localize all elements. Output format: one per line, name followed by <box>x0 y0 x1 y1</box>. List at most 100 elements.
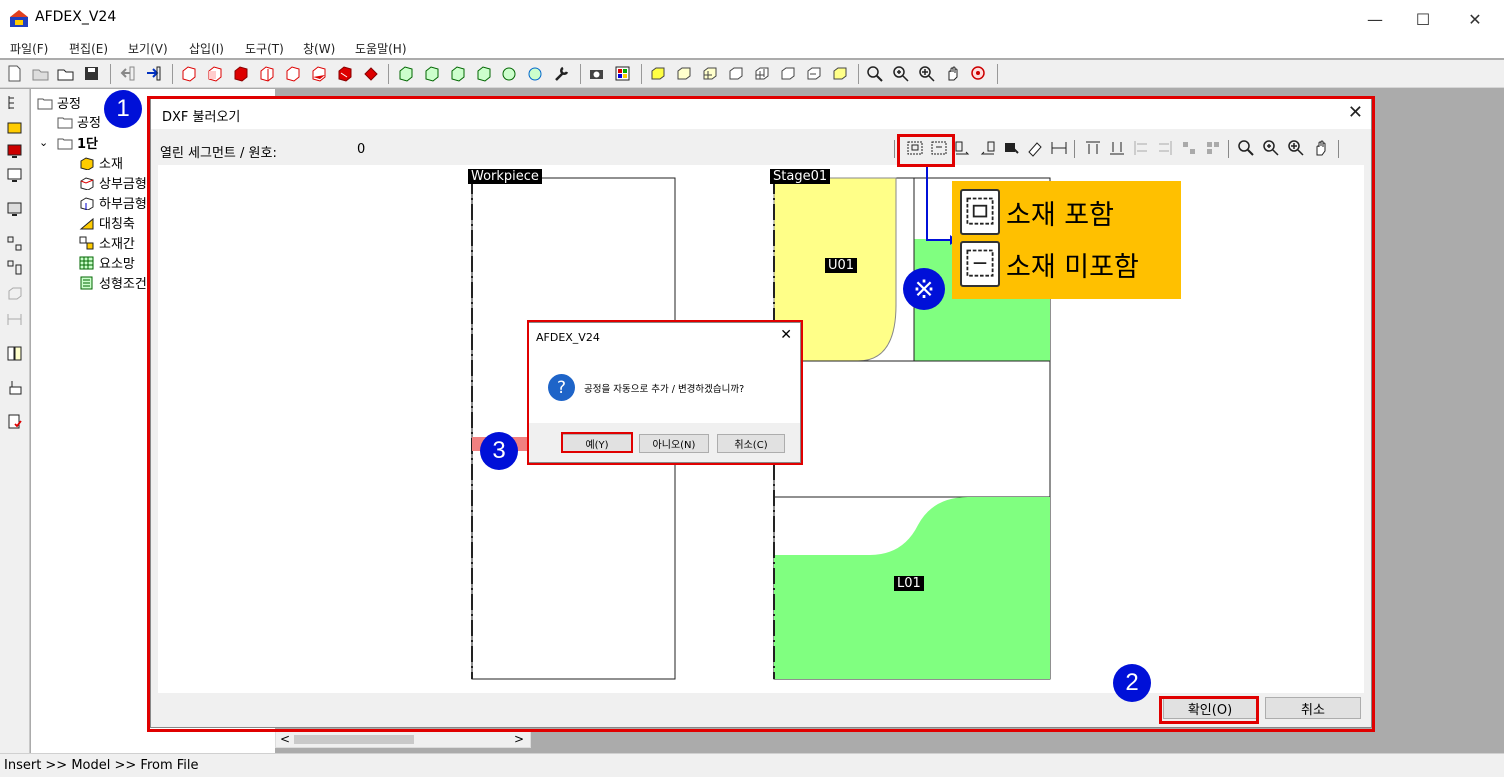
cube-top-icon[interactable] <box>284 65 301 82</box>
tree-item-lower-die[interactable]: 하부금형 <box>79 193 147 212</box>
zoom-fit-icon[interactable] <box>866 65 883 82</box>
import-icon[interactable] <box>119 65 136 82</box>
cube-front-icon[interactable] <box>206 65 223 82</box>
tree-root-process[interactable]: 공정 <box>37 93 81 112</box>
menu-file[interactable]: 파일(F) <box>10 40 48 57</box>
upper-die-icon <box>80 176 94 190</box>
workpiece-icon[interactable] <box>6 119 23 136</box>
chevron-down-icon[interactable]: ⌄ <box>39 136 53 149</box>
import-model-icon[interactable] <box>6 379 23 396</box>
new-file-icon[interactable] <box>6 65 23 82</box>
layout-icon[interactable] <box>6 259 23 276</box>
wrench-icon[interactable] <box>553 65 570 82</box>
menu-help[interactable]: 도움말(H) <box>355 40 407 57</box>
tree-view-icon[interactable] <box>6 94 23 111</box>
maximize-button[interactable]: ☐ <box>1400 4 1446 34</box>
tree-item-stage-1[interactable]: ⌄ 1단 <box>39 133 98 152</box>
tree-item-label: 상부금형 <box>99 177 147 192</box>
box-swap-icon[interactable] <box>805 65 822 82</box>
menu-window[interactable]: 창(W) <box>303 40 335 57</box>
mesh-refresh-icon[interactable] <box>527 65 544 82</box>
mesh-side-icon[interactable] <box>449 65 466 82</box>
scroll-thumb[interactable] <box>294 735 414 744</box>
step-badge-1: 1 <box>104 90 142 128</box>
step-badge-2: 2 <box>1113 664 1151 702</box>
zoom-in-icon[interactable] <box>892 65 909 82</box>
menu-tools[interactable]: 도구(T) <box>245 40 284 57</box>
tree-item-process-child[interactable]: 공정 <box>57 112 101 131</box>
note-mark-badge: ※ <box>903 268 945 310</box>
tree-item-contact[interactable]: 소재간 <box>79 233 135 252</box>
scroll-left-arrow[interactable]: < <box>280 732 290 746</box>
cube-side-icon[interactable] <box>258 65 275 82</box>
box-yellow-icon[interactable] <box>649 65 666 82</box>
workpiece-option-callout: 소재 포함 소재 미포함 <box>952 181 1181 299</box>
title-bar: AFDEX_V24 — ☐ ✕ <box>0 0 1504 38</box>
tree-item-workpiece[interactable]: 소재 <box>79 153 123 172</box>
minimize-button[interactable]: — <box>1352 4 1398 34</box>
monitor-icon[interactable] <box>6 167 23 184</box>
tree-item-label: 요소망 <box>99 257 135 272</box>
tree-stage-label: 1단 <box>77 137 99 152</box>
box-stack-icon[interactable] <box>831 65 848 82</box>
menu-insert[interactable]: 삽입(I) <box>189 40 224 57</box>
include-workpiece-icon <box>960 189 1000 235</box>
box-mesh-icon[interactable] <box>753 65 770 82</box>
box-outline-icon[interactable] <box>675 65 692 82</box>
box-disabled-icon <box>8 287 22 300</box>
menu-view[interactable]: 보기(V) <box>128 40 168 57</box>
open-icon[interactable] <box>57 65 74 82</box>
cube-view-icon[interactable] <box>180 65 197 82</box>
save-icon[interactable] <box>83 65 100 82</box>
tree-horizontal-scrollbar[interactable]: < > <box>275 731 531 748</box>
tree-item-label: 하부금형 <box>99 197 147 212</box>
monitor-color-icon[interactable] <box>6 143 23 160</box>
left-toolbar <box>0 89 30 753</box>
close-button[interactable]: ✕ <box>1452 4 1498 34</box>
box-grid-icon[interactable] <box>701 65 718 82</box>
yes-button-highlight-frame <box>561 432 633 453</box>
pan-hand-icon[interactable] <box>944 65 961 82</box>
zoom-window-icon[interactable] <box>918 65 935 82</box>
palette-icon[interactable] <box>614 65 631 82</box>
export-icon[interactable] <box>145 65 162 82</box>
split-icon[interactable] <box>6 345 23 362</box>
menu-edit[interactable]: 편집(E) <box>69 40 108 57</box>
tree-item-symmetry-axis[interactable]: 대칭축 <box>79 213 135 232</box>
cube-rotate-icon[interactable] <box>362 65 379 82</box>
status-text: Insert >> Model >> From File <box>4 758 199 773</box>
open-folder-icon[interactable] <box>32 65 49 82</box>
checklist-icon[interactable] <box>6 413 23 430</box>
measure-disabled-icon <box>7 314 22 325</box>
tree-item-label: 소재간 <box>99 237 135 252</box>
display-icon[interactable] <box>6 201 23 218</box>
box-wire-icon[interactable] <box>727 65 744 82</box>
tree-item-forming-condition[interactable]: 성형조건 <box>79 273 147 292</box>
cube-iso-icon[interactable] <box>336 65 353 82</box>
mesh-front-icon[interactable] <box>423 65 440 82</box>
folder-open-icon <box>37 98 53 109</box>
tree-item-upper-die[interactable]: 상부금형 <box>79 173 147 192</box>
mesh-rotate-icon[interactable] <box>501 65 518 82</box>
tree-child-label: 공정 <box>77 116 101 131</box>
app-title: AFDEX_V24 <box>35 9 117 25</box>
symmetry-axis-icon <box>79 217 94 229</box>
toolbar-separator <box>172 64 173 84</box>
mesh-top-icon[interactable] <box>475 65 492 82</box>
menu-bar: 파일(F) 편집(E) 보기(V) 삽입(I) 도구(T) 창(W) 도움말(H… <box>0 38 1504 58</box>
scroll-right-arrow[interactable]: > <box>514 732 524 746</box>
exclude-workpiece-text: 소재 미포함 <box>1006 251 1139 283</box>
callout-exclude-row: 소재 미포함 <box>960 241 1139 287</box>
cube-bottom-icon[interactable] <box>310 65 327 82</box>
exclude-workpiece-icon <box>960 241 1000 287</box>
tree-item-mesh[interactable]: 요소망 <box>79 253 135 272</box>
tree-item-label: 소재 <box>99 157 123 172</box>
cube-solid-icon[interactable] <box>232 65 249 82</box>
camera-icon[interactable] <box>588 65 605 82</box>
mesh-view-icon[interactable] <box>397 65 414 82</box>
zoom-reset-icon[interactable] <box>970 65 987 82</box>
grid-icon[interactable] <box>6 235 23 252</box>
main-toolbar <box>0 60 1504 88</box>
box-hidden-icon[interactable] <box>779 65 796 82</box>
tree-item-label: 성형조건 <box>99 277 147 292</box>
